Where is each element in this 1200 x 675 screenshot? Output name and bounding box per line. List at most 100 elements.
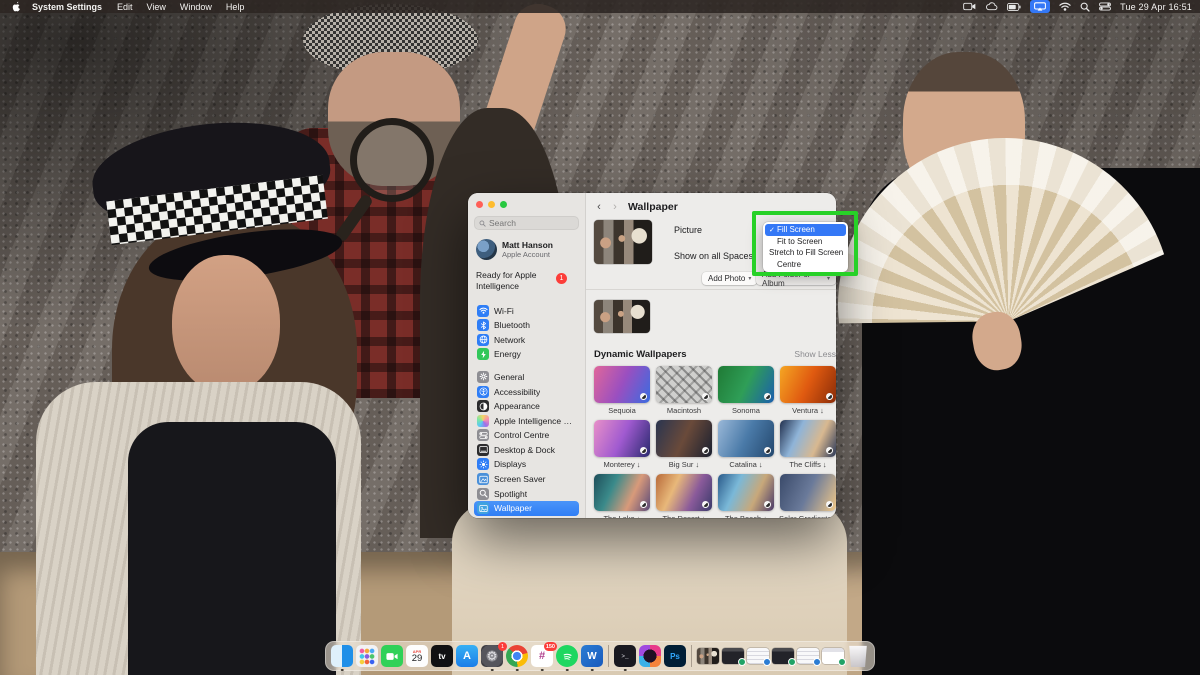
calendar-day: 29 bbox=[412, 654, 423, 664]
sidebar-item-appearance[interactable]: Appearance bbox=[474, 399, 579, 414]
menu-item-view[interactable]: View bbox=[140, 2, 173, 12]
search-input[interactable] bbox=[489, 218, 574, 228]
creative-cloud-icon[interactable] bbox=[985, 0, 998, 13]
wallpaper-tile-sequoia[interactable] bbox=[594, 366, 650, 403]
menu-item-help[interactable]: Help bbox=[219, 2, 252, 12]
dropdown-option-stretch-to-fill-screen[interactable]: Stretch to Fill Screen bbox=[765, 247, 846, 259]
dock-minimized-browser-window[interactable] bbox=[822, 648, 844, 664]
running-indicator bbox=[491, 669, 494, 672]
dock-finder-icon[interactable] bbox=[331, 645, 353, 667]
dropdown-option-centre[interactable]: Centre bbox=[765, 259, 846, 271]
wallpaper-tile-sonoma[interactable] bbox=[718, 366, 774, 403]
screen-mirroring-icon[interactable] bbox=[1030, 0, 1050, 13]
sidebar-item-screen-saver[interactable]: Screen Saver bbox=[474, 472, 579, 487]
wallpaper-cell-solar-gradients: Solar Gradients ↓ bbox=[780, 474, 836, 518]
wallpaper-tile-label: Sequoia bbox=[608, 406, 636, 415]
page-title: Wallpaper bbox=[628, 201, 678, 213]
dock-slack-icon[interactable]: #150 bbox=[531, 645, 553, 667]
battery-icon[interactable] bbox=[1007, 0, 1021, 13]
back-button[interactable]: ‹ bbox=[594, 201, 604, 213]
wifi-icon[interactable] bbox=[1059, 0, 1071, 13]
menu-status-area: Tue 29 Apr 16:51 bbox=[963, 0, 1192, 13]
dock-minimized-photo[interactable] bbox=[697, 648, 719, 664]
dock-minimized-word-doc-2[interactable] bbox=[797, 648, 819, 664]
wallpaper-tile-the-lake[interactable] bbox=[594, 474, 650, 511]
sidebar-item-bluetooth[interactable]: Bluetooth bbox=[474, 318, 579, 333]
sidebar-item-accessibility[interactable]: Accessibility bbox=[474, 384, 579, 399]
sidebar-item-displays[interactable]: Displays bbox=[474, 457, 579, 472]
zoom-button[interactable] bbox=[500, 201, 507, 208]
dock-creative-cloud-icon[interactable] bbox=[639, 645, 661, 667]
search-icon[interactable] bbox=[1080, 0, 1090, 13]
apple-intelligence-banner[interactable]: Ready for Apple Intelligence 1 bbox=[474, 267, 579, 299]
picture-fill-dropdown-menu: ✓Fill ScreenFit to ScreenStretch to Fill… bbox=[763, 222, 848, 272]
wallpaper-scroll-area[interactable]: Dynamic Wallpapers Show Less SequoiaMaci… bbox=[586, 290, 836, 518]
wallpaper-cell-the-desert: The Desert ↓ bbox=[656, 474, 712, 518]
forward-button[interactable]: › bbox=[610, 201, 620, 213]
minimize-button[interactable] bbox=[488, 201, 495, 208]
wallpaper-tile-solar-gradients[interactable] bbox=[780, 474, 836, 511]
search-field[interactable] bbox=[474, 216, 579, 230]
close-button[interactable] bbox=[476, 201, 483, 208]
wallpaper-tile-big-sur[interactable] bbox=[656, 420, 712, 457]
dock-chrome-icon[interactable] bbox=[506, 645, 528, 667]
wallpaper-tile-catalina[interactable] bbox=[718, 420, 774, 457]
apple-menu-icon[interactable] bbox=[8, 1, 24, 12]
dropdown-option-fill-screen[interactable]: ✓Fill Screen bbox=[765, 224, 846, 236]
dock-trash-icon[interactable] bbox=[847, 645, 869, 667]
dynamic-wallpaper-badge-icon bbox=[702, 393, 709, 400]
dock-calendar-icon[interactable]: APR29 bbox=[406, 645, 428, 667]
appearance-icon bbox=[477, 400, 489, 412]
wallpaper-tile-the-desert[interactable] bbox=[656, 474, 712, 511]
avatar bbox=[476, 239, 497, 260]
menu-item-edit[interactable]: Edit bbox=[110, 2, 140, 12]
dock-facetime-icon[interactable] bbox=[381, 645, 403, 667]
dock-apple-tv-icon[interactable]: tv bbox=[431, 645, 453, 667]
dock-word-icon[interactable]: W bbox=[581, 645, 603, 667]
dynamic-wallpapers-grid: SequoiaMacintoshSonomaVentura ↓Monterey … bbox=[594, 366, 836, 518]
control-center-icon[interactable] bbox=[1099, 0, 1111, 13]
word-glyph: W bbox=[587, 651, 596, 662]
dock-photoshop-icon[interactable]: Ps bbox=[664, 645, 686, 667]
camera-icon[interactable] bbox=[963, 0, 976, 13]
wallpaper-tile-the-beach[interactable] bbox=[718, 474, 774, 511]
dropdown-option-fit-to-screen[interactable]: Fit to Screen bbox=[765, 236, 846, 248]
show-less-link[interactable]: Show Less bbox=[794, 349, 836, 359]
sidebar-item-control-centre[interactable]: Control Centre bbox=[474, 428, 579, 443]
dock-app-store-icon[interactable]: A bbox=[456, 645, 478, 667]
dock-system-settings-icon[interactable]: ⚙1 bbox=[481, 645, 503, 667]
wallpaper-tile-monterey[interactable] bbox=[594, 420, 650, 457]
dock-minimized-excel-doc[interactable] bbox=[722, 648, 744, 664]
sidebar-item-general[interactable]: General bbox=[474, 370, 579, 385]
account-row[interactable]: Matt Hanson Apple Account bbox=[474, 230, 579, 267]
dock-minimized-word-doc[interactable] bbox=[747, 648, 769, 664]
sidebar-item-apple-intelligence[interactable]: Apple Intelligence &… bbox=[474, 413, 579, 428]
running-indicator bbox=[341, 669, 344, 672]
menu-item-window[interactable]: Window bbox=[173, 2, 219, 12]
dynamic-wallpaper-badge-icon bbox=[702, 447, 709, 454]
dock-terminal-icon[interactable]: >_ bbox=[614, 645, 636, 667]
bluetooth-icon bbox=[477, 319, 489, 331]
show-on-all-spaces-label: Show on all Spaces bbox=[674, 251, 753, 261]
current-wallpaper-preview[interactable] bbox=[594, 220, 652, 264]
sidebar-item-network[interactable]: Network bbox=[474, 332, 579, 347]
menu-app-name[interactable]: System Settings bbox=[24, 2, 110, 12]
add-photo-button[interactable]: Add Photo bbox=[702, 272, 757, 285]
photo-wallpaper-thumbnail[interactable] bbox=[594, 300, 650, 333]
wallpaper-tile-macintosh[interactable] bbox=[656, 366, 712, 403]
sidebar-item-energy[interactable]: Energy bbox=[474, 347, 579, 362]
menu-clock[interactable]: Tue 29 Apr 16:51 bbox=[1120, 2, 1192, 12]
sidebar-item-wallpaper[interactable]: Wallpaper bbox=[474, 501, 579, 516]
bg-left-woman-vest bbox=[128, 422, 336, 675]
sidebar-item-wi-fi[interactable]: Wi-Fi bbox=[474, 303, 579, 318]
terminal-glyph: >_ bbox=[621, 653, 628, 660]
wallpaper-tile-ventura[interactable] bbox=[780, 366, 836, 403]
wallpaper-tile-the-cliffs[interactable] bbox=[780, 420, 836, 457]
add-folder-or-album-button[interactable]: Add Folder or Album bbox=[756, 272, 836, 285]
sidebar-item-spotlight[interactable]: Spotlight bbox=[474, 486, 579, 501]
dock-minimized-excel-doc-2[interactable] bbox=[772, 648, 794, 664]
account-name: Matt Hanson bbox=[502, 240, 553, 250]
sidebar-item-desktop-dock[interactable]: Desktop & Dock bbox=[474, 443, 579, 458]
dock-launchpad-icon[interactable] bbox=[356, 645, 378, 667]
dock-spotify-icon[interactable] bbox=[556, 645, 578, 667]
